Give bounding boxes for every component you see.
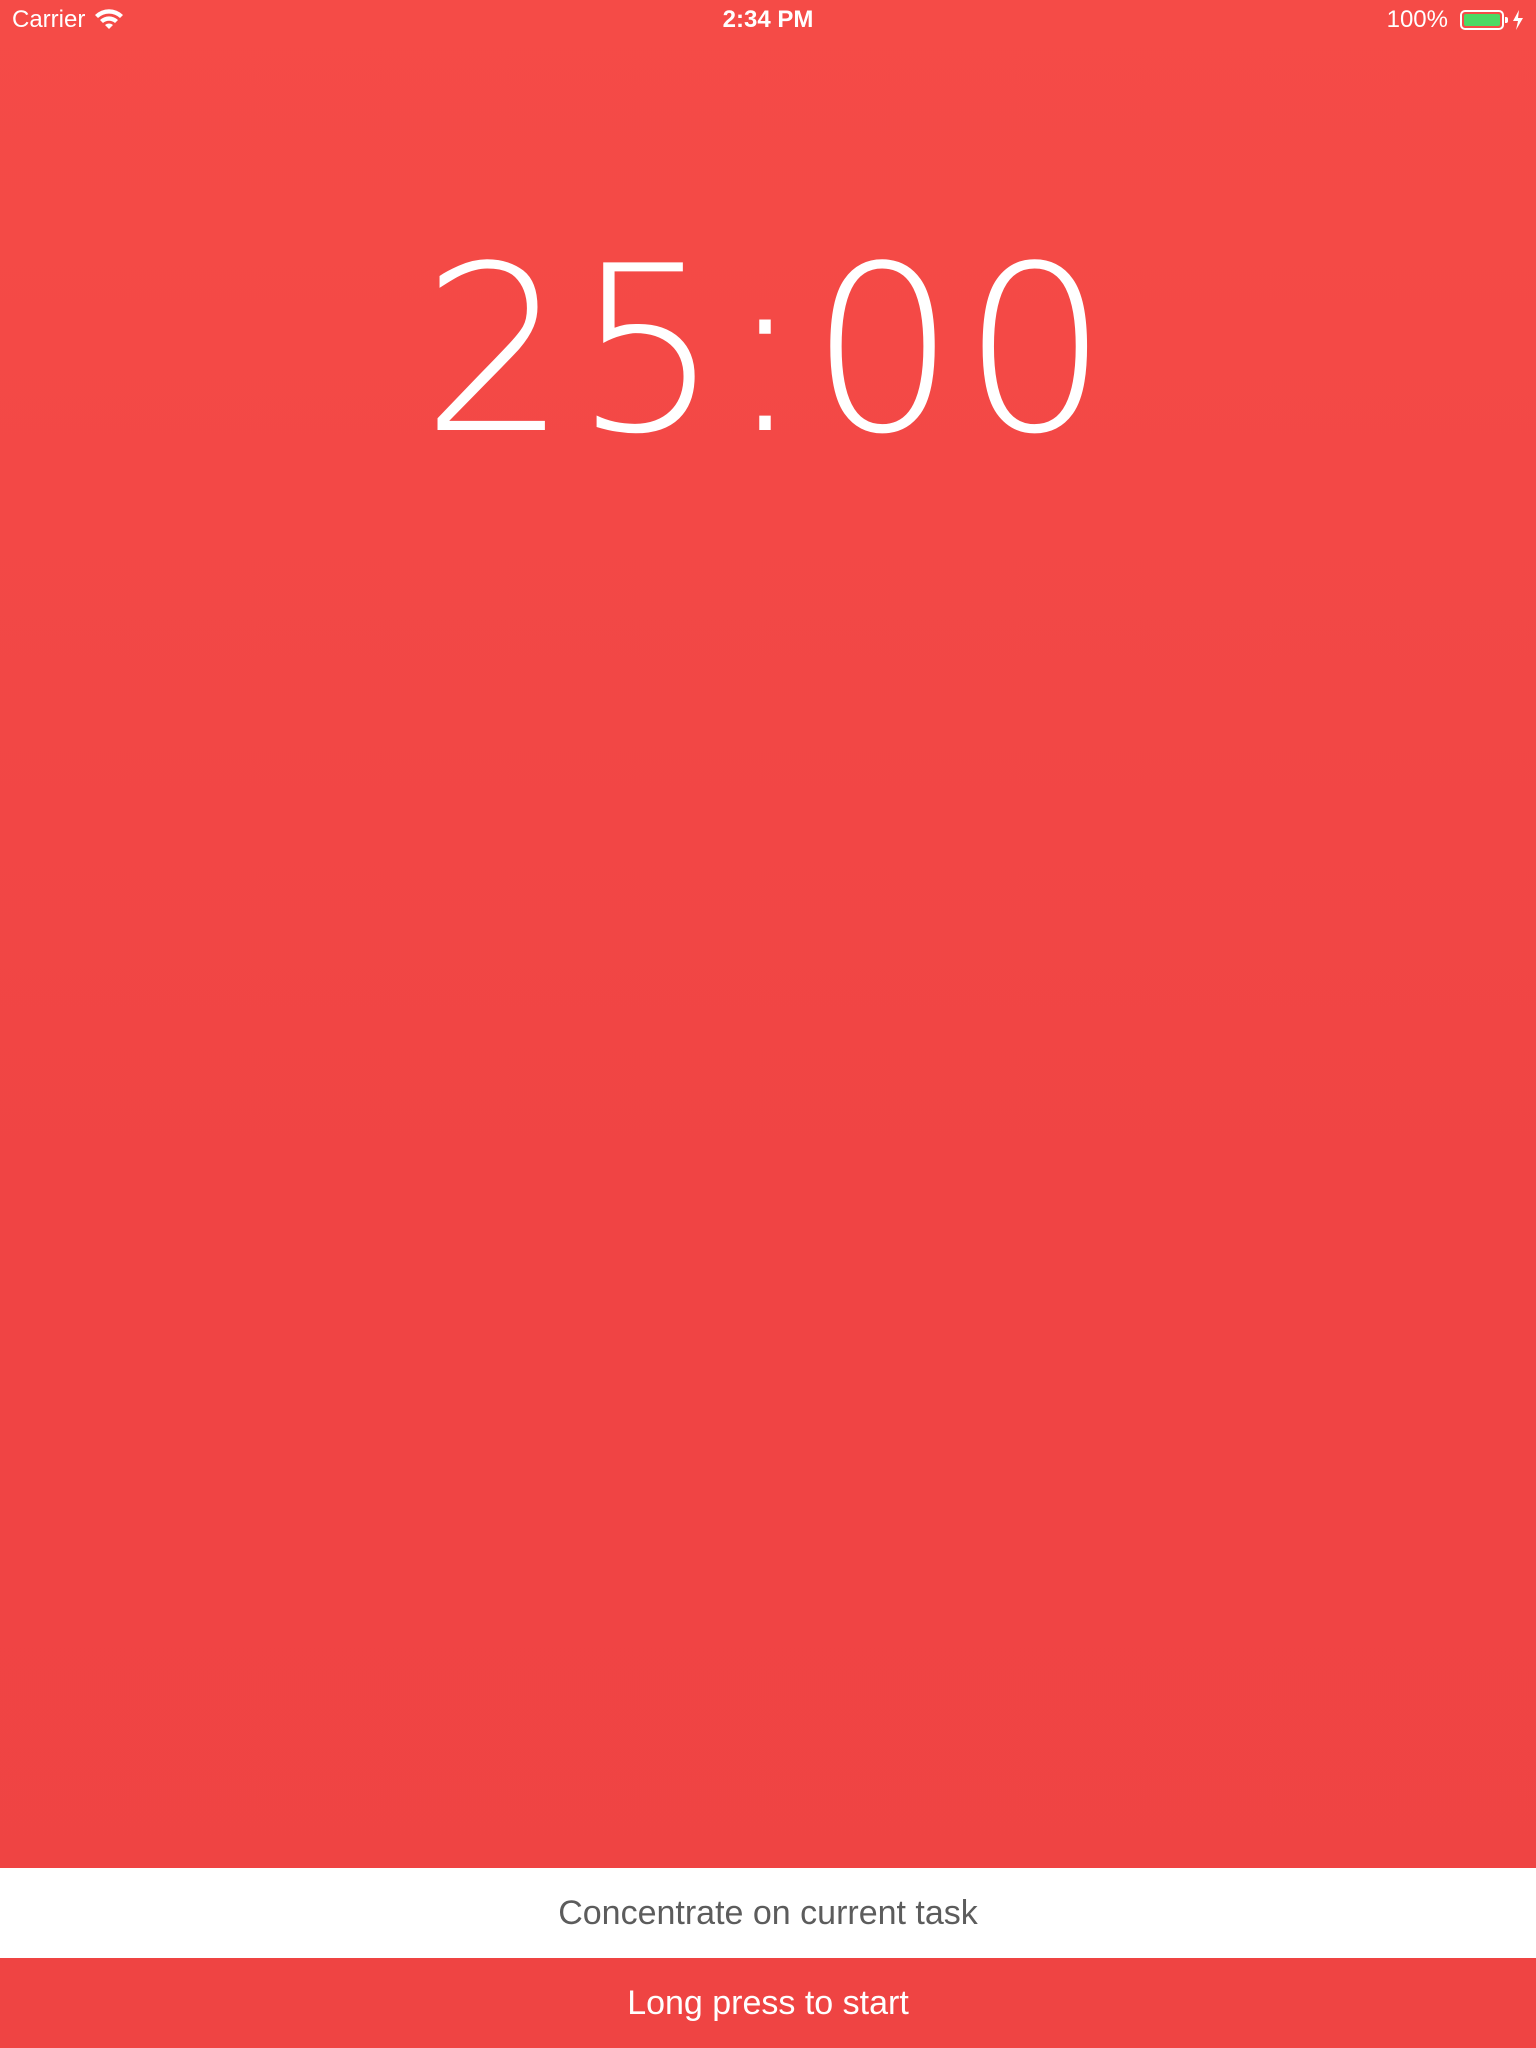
charging-bolt-icon bbox=[1513, 10, 1523, 30]
status-time: 2:34 PM bbox=[722, 6, 814, 33]
battery-percent: 100% bbox=[1386, 6, 1448, 33]
battery-icon bbox=[1460, 10, 1508, 30]
battery-fill bbox=[1464, 14, 1500, 26]
status-bar: Carrier 2:34 PM 100% bbox=[0, 0, 1536, 40]
current-task-field[interactable]: Concentrate on current task bbox=[0, 1868, 1536, 1958]
battery-nub bbox=[1505, 17, 1508, 23]
start-button[interactable]: Long press to start bbox=[0, 1958, 1536, 2048]
status-right: 100% bbox=[1387, 6, 1524, 34]
timer-display: 25:00 bbox=[421, 218, 1115, 485]
